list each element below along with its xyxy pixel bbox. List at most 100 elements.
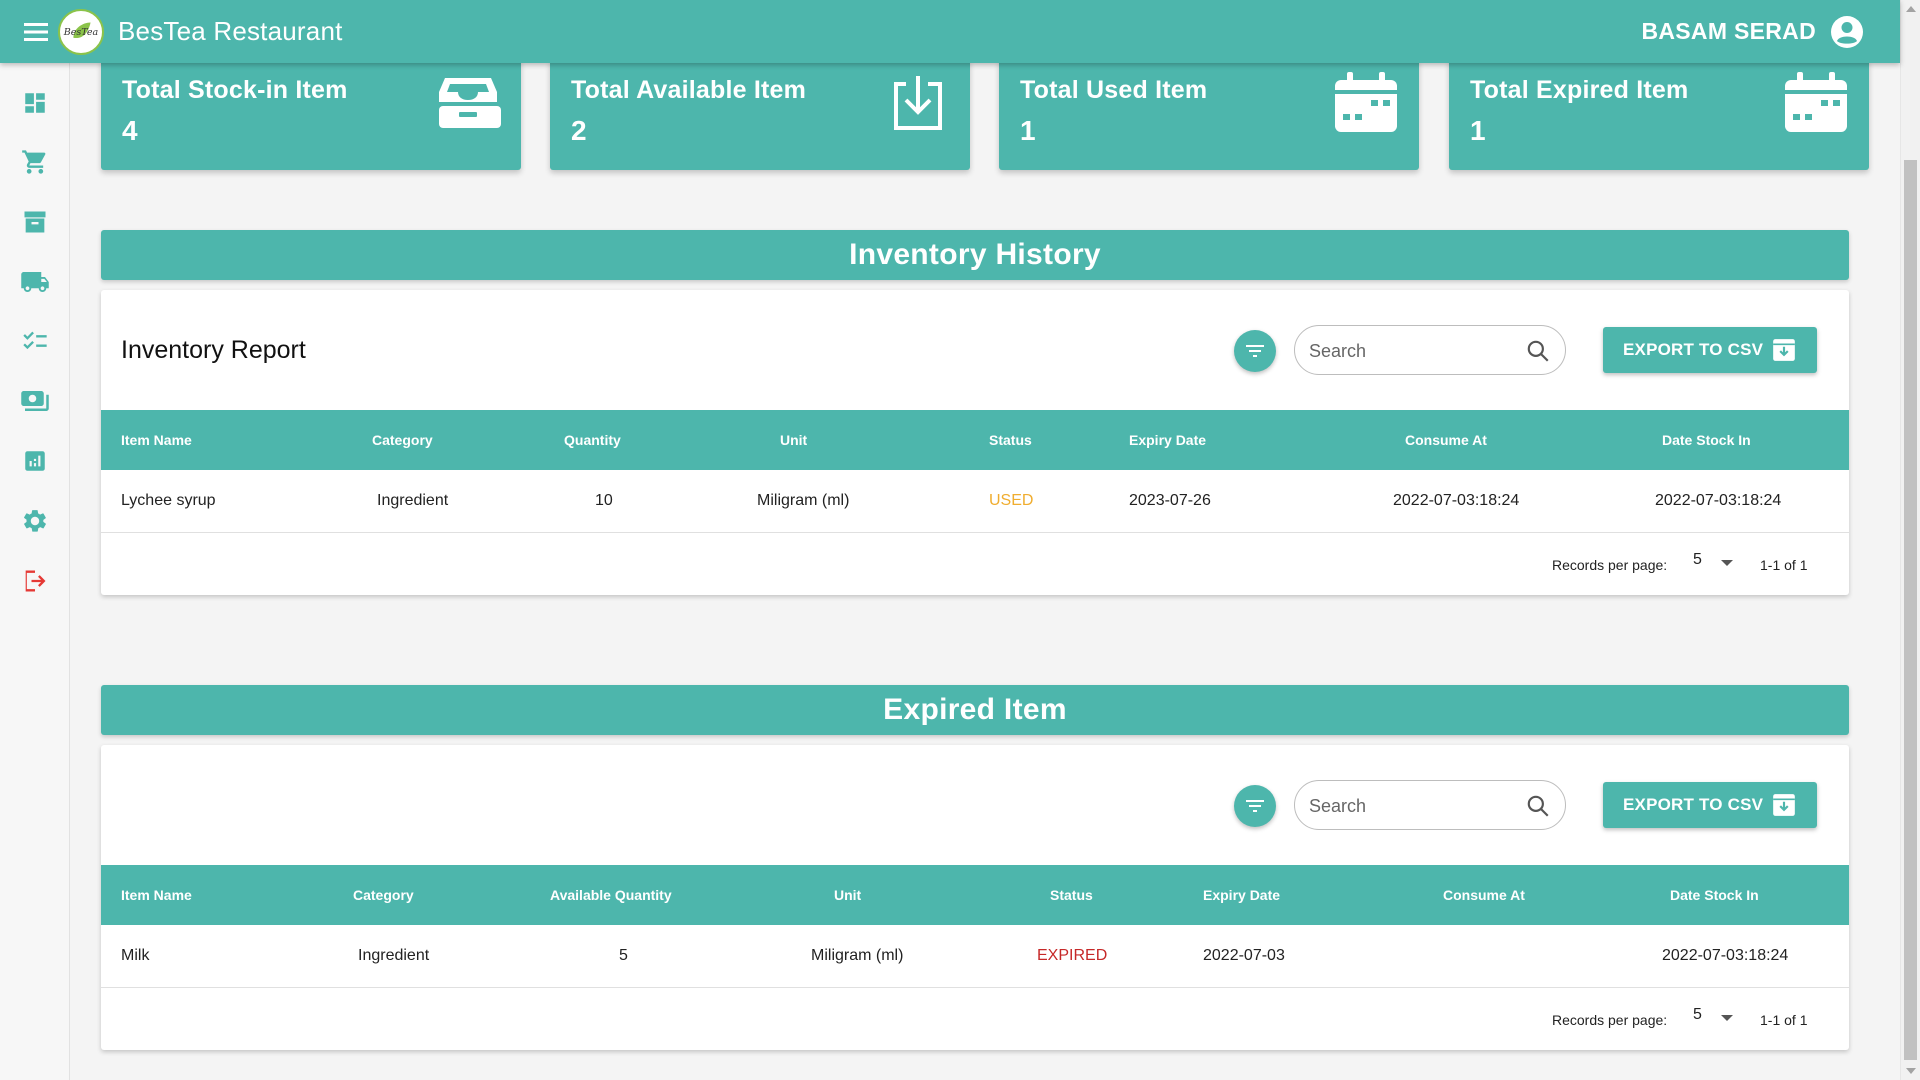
column-header[interactable]: Status <box>989 410 1032 470</box>
report-icon[interactable] <box>17 443 53 479</box>
calendar-icon <box>1335 72 1397 132</box>
app-bar: BesTea BesTea Restaurant BASAM SERAD <box>0 0 1900 63</box>
app-title: BesTea Restaurant <box>118 16 343 46</box>
cell-item-name: Lychee syrup <box>121 492 216 509</box>
cell-consume-at: 2022-07-03:18:24 <box>1393 492 1520 509</box>
search-box[interactable] <box>1294 780 1566 830</box>
table-pagination: Records per page: 5 1-1 of 1 <box>101 533 1849 595</box>
cell-status: EXPIRED <box>1037 947 1108 964</box>
cell-item-name: Milk <box>121 947 150 964</box>
column-header[interactable]: Consume At <box>1405 410 1487 470</box>
settings-icon[interactable] <box>17 503 53 539</box>
download-icon <box>894 76 942 130</box>
cell-expiry-date: 2023-07-26 <box>1129 492 1211 509</box>
column-header[interactable]: Quantity <box>564 410 621 470</box>
filter-icon <box>1246 345 1264 357</box>
stat-card-expired[interactable]: Total Expired Item 1 <box>1449 58 1869 170</box>
scroll-up-arrow-icon[interactable] <box>1906 6 1916 12</box>
dropdown-caret-icon <box>1721 1015 1733 1021</box>
records-per-page-value: 5 <box>1693 551 1702 568</box>
user-menu: BASAM SERAD <box>1641 0 1864 63</box>
panel-title: Inventory Report <box>121 336 306 364</box>
search-icon[interactable] <box>1525 793 1551 819</box>
column-header[interactable]: Category <box>372 410 433 470</box>
export-csv-button[interactable]: EXPORT TO CSV <box>1603 782 1817 828</box>
cell-unit: Miligram (ml) <box>757 492 850 509</box>
archive-download-icon <box>1773 339 1795 361</box>
cell-unit: Miligram (ml) <box>811 947 904 964</box>
truck-icon[interactable] <box>17 264 53 300</box>
cell-status: USED <box>989 492 1034 509</box>
scrollbar-thumb[interactable] <box>1904 160 1917 1060</box>
export-label: EXPORT TO CSV <box>1623 340 1764 359</box>
column-header[interactable]: Consume At <box>1443 865 1525 925</box>
filter-icon <box>1246 800 1264 812</box>
cell-expiry-date: 2022-07-03 <box>1203 947 1285 964</box>
stat-card-available[interactable]: Total Available Item 2 <box>550 58 970 170</box>
column-header[interactable]: Unit <box>834 865 861 925</box>
archive-download-icon <box>1773 794 1795 816</box>
stat-value: 1 <box>1020 115 1036 146</box>
search-input[interactable] <box>1309 338 1509 364</box>
table-header: Item Name Category Available Quantity Un… <box>101 865 1849 925</box>
cell-category: Ingredient <box>377 492 449 509</box>
filter-button[interactable] <box>1234 330 1276 372</box>
column-header[interactable]: Item Name <box>121 865 192 925</box>
inbox-tray-icon <box>439 78 501 128</box>
stat-card-stock-in[interactable]: Total Stock-in Item 4 <box>101 58 521 170</box>
expired-item-panel: EXPORT TO CSV Item Name Category Availab… <box>101 745 1849 1050</box>
column-header[interactable]: Status <box>1050 865 1093 925</box>
cell-category: Ingredient <box>358 947 430 964</box>
cart-icon[interactable] <box>17 144 53 180</box>
pagination-range: 1-1 of 1 <box>1760 1012 1808 1028</box>
menu-icon[interactable] <box>18 14 54 50</box>
export-label: EXPORT TO CSV <box>1623 795 1764 814</box>
records-per-page-select[interactable]: 5 <box>1693 1006 1743 1032</box>
archive-icon[interactable] <box>17 204 53 240</box>
inventory-report-panel: Inventory Report EXPORT TO CSV Item Name… <box>101 290 1849 595</box>
column-header[interactable]: Unit <box>780 410 807 470</box>
stat-value: 2 <box>571 115 587 146</box>
records-per-page-value: 5 <box>1693 1006 1702 1023</box>
filter-button[interactable] <box>1234 785 1276 827</box>
restaurant-logo: BesTea <box>58 8 104 55</box>
column-header[interactable]: Expiry Date <box>1203 865 1280 925</box>
column-header[interactable]: Available Quantity <box>550 865 672 925</box>
table-pagination: Records per page: 5 1-1 of 1 <box>101 988 1849 1050</box>
svg-text:BesTea: BesTea <box>63 26 99 37</box>
payments-icon[interactable] <box>17 383 53 419</box>
dashboard-icon[interactable] <box>17 85 53 121</box>
column-header[interactable]: Date Stock In <box>1670 865 1759 925</box>
user-name: BASAM SERAD <box>1641 18 1816 44</box>
column-header[interactable]: Category <box>353 865 414 925</box>
table-row[interactable]: Lychee syrup Ingredient 10 Miligram (ml)… <box>101 470 1849 533</box>
stat-label: Total Used Item <box>1020 76 1208 104</box>
cell-quantity: 10 <box>595 492 613 509</box>
cell-date-stock-in: 2022-07-03:18:24 <box>1655 492 1782 509</box>
dropdown-caret-icon <box>1721 560 1733 566</box>
search-icon[interactable] <box>1525 338 1551 364</box>
calendar-icon <box>1785 72 1847 132</box>
export-csv-button[interactable]: EXPORT TO CSV <box>1603 327 1817 373</box>
column-header[interactable]: Date Stock In <box>1662 410 1751 470</box>
column-header[interactable]: Item Name <box>121 410 192 470</box>
cell-quantity: 5 <box>619 947 628 964</box>
logout-icon[interactable] <box>17 563 53 599</box>
table-header: Item Name Category Quantity Unit Status … <box>101 410 1849 470</box>
stat-label: Total Stock-in Item <box>122 76 348 104</box>
column-header[interactable]: Expiry Date <box>1129 410 1206 470</box>
page-scrollbar[interactable] <box>1900 0 1920 1080</box>
search-box[interactable] <box>1294 325 1566 375</box>
search-input[interactable] <box>1309 793 1509 819</box>
scroll-down-arrow-icon[interactable] <box>1906 1068 1916 1074</box>
expired-item-banner: Expired Item <box>101 685 1849 735</box>
account-circle-icon[interactable] <box>1830 15 1864 49</box>
records-per-page-label: Records per page: <box>1552 1012 1668 1028</box>
records-per-page-select[interactable]: 5 <box>1693 551 1743 577</box>
stat-value: 1 <box>1470 115 1486 146</box>
checklist-icon[interactable] <box>17 323 53 359</box>
table-row[interactable]: Milk Ingredient 5 Miligram (ml) EXPIRED … <box>101 925 1849 988</box>
pagination-range: 1-1 of 1 <box>1760 557 1808 573</box>
stat-card-used[interactable]: Total Used Item 1 <box>999 58 1419 170</box>
sidebar <box>0 63 70 1080</box>
